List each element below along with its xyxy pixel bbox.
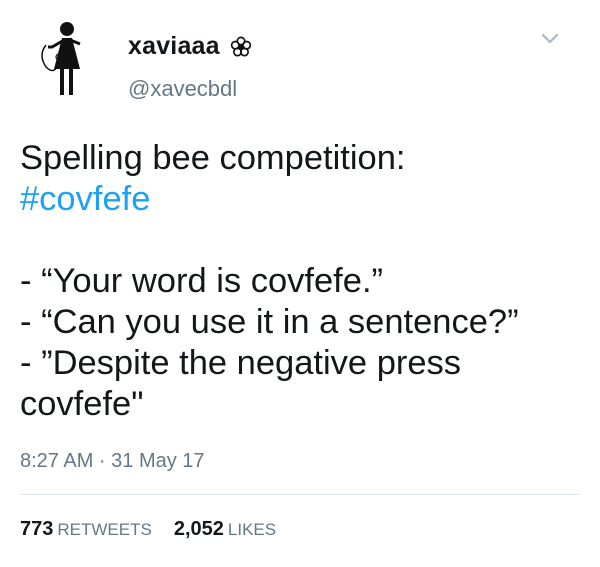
chevron-down-icon[interactable] bbox=[540, 31, 560, 47]
tweet-line: covfefe" bbox=[20, 385, 144, 423]
retweets-stat[interactable]: 773 RETWEETS bbox=[20, 518, 152, 541]
divider bbox=[20, 494, 580, 495]
tweet-timestamp[interactable]: 8:27 AM · 31 May 17 bbox=[20, 450, 205, 473]
flower-icon bbox=[230, 36, 251, 57]
tweet-line: - ”Despite the negative press bbox=[20, 344, 462, 382]
display-name[interactable]: xaviaaa bbox=[128, 32, 220, 61]
hashtag-link[interactable]: #covfefe bbox=[20, 179, 585, 220]
tweet-text: Spelling bee competition: #covfefe - “Yo… bbox=[20, 138, 585, 425]
likes-stat[interactable]: 2,052 LIKES bbox=[174, 518, 276, 541]
tweet-card: xaviaaa @xavecbdl Spelling bee competiti… bbox=[0, 0, 600, 567]
user-handle[interactable]: @xavecbdl bbox=[128, 76, 237, 102]
tweet-line: - “Can you use it in a sentence?” bbox=[20, 303, 519, 341]
retweets-count: 773 bbox=[20, 518, 54, 540]
tweet-stats: 773 RETWEETS 2,052 LIKES bbox=[20, 518, 276, 541]
tweet-line: Spelling bee competition: bbox=[20, 139, 406, 177]
tweet-line: - “Your word is covfefe.” bbox=[20, 262, 384, 300]
likes-label: LIKES bbox=[227, 520, 277, 539]
name-row: xaviaaa bbox=[128, 32, 252, 61]
retweets-label: RETWEETS bbox=[57, 520, 152, 539]
likes-count: 2,052 bbox=[173, 518, 224, 540]
avatar[interactable] bbox=[22, 17, 106, 101]
